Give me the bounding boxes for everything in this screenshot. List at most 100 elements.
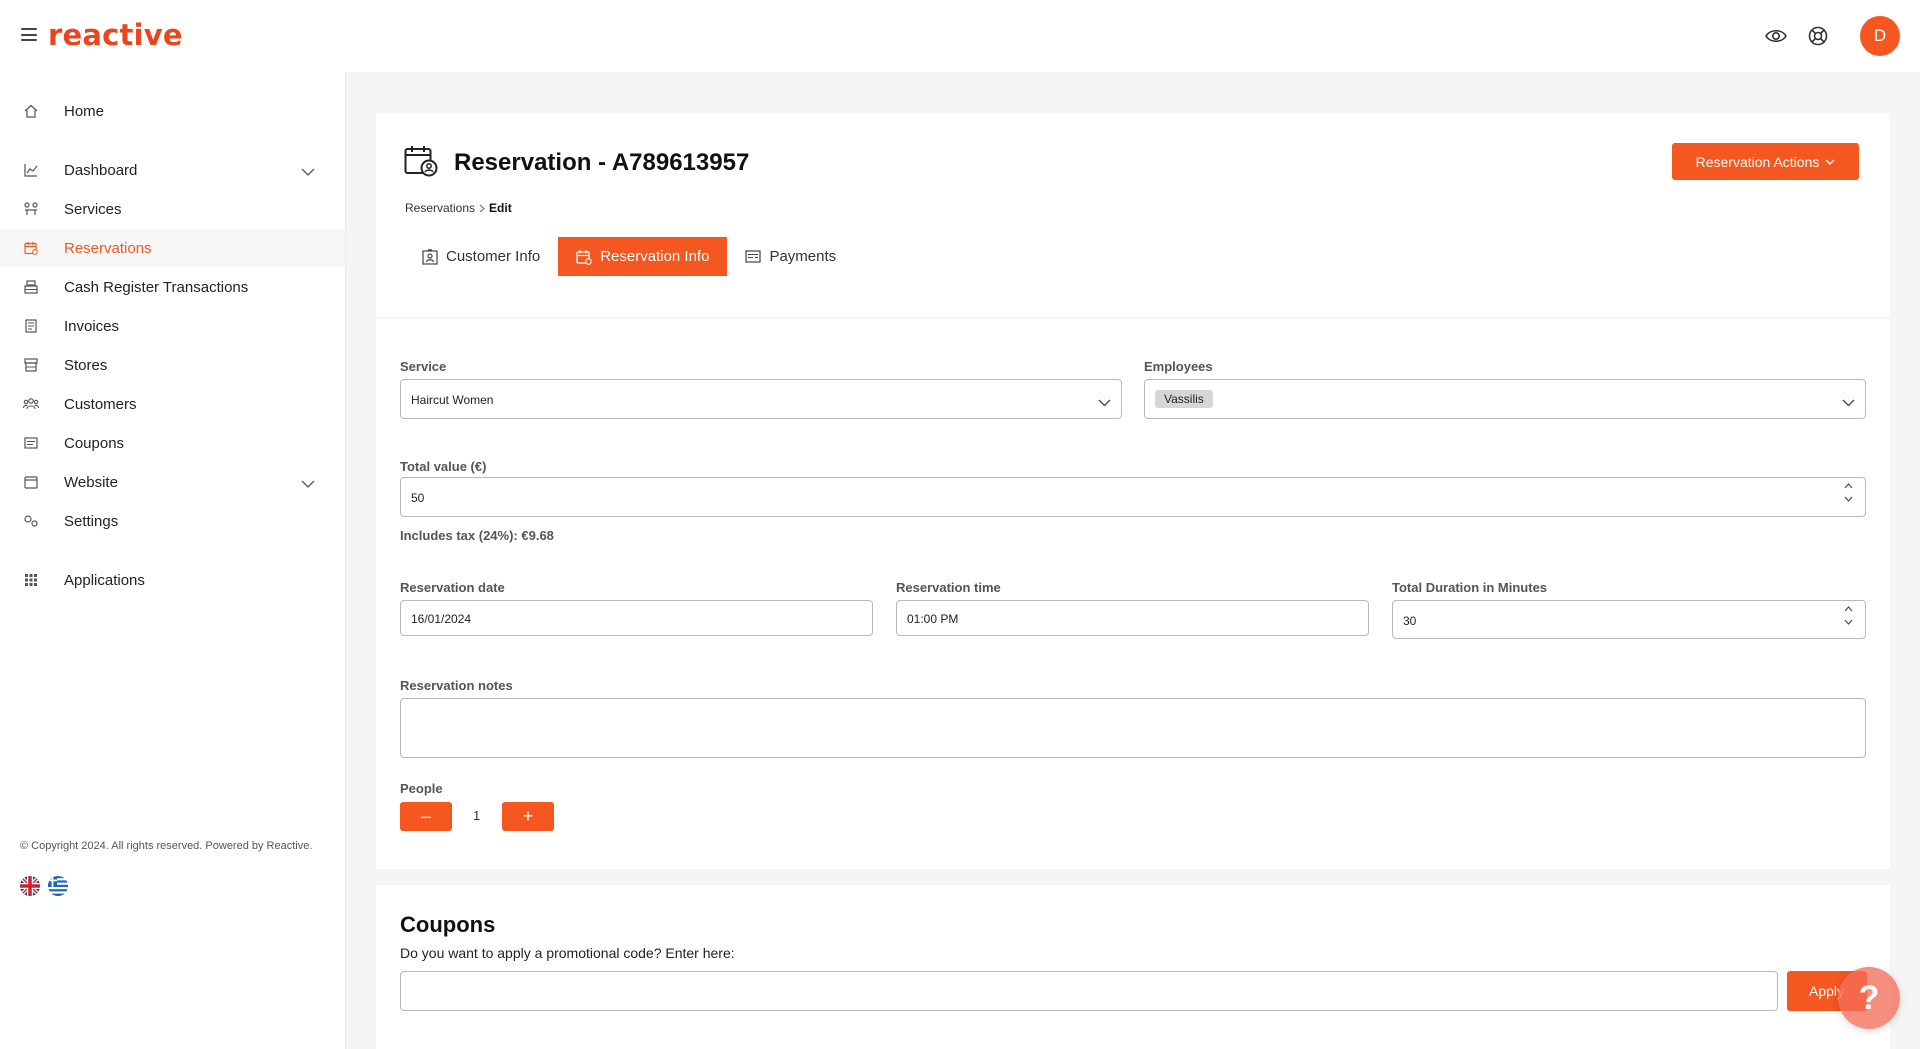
people-label: People [400,781,443,796]
total-duration-input[interactable]: 30 [1392,600,1866,639]
customers-icon [23,396,39,412]
number-spinner[interactable] [1844,606,1853,625]
sidebar-item-label: Settings [64,512,119,530]
sidebar-item-label: Website [64,473,118,491]
reservation-time-input[interactable]: 01:00 PM [896,600,1369,636]
total-value-value: 50 [411,491,425,505]
sidebar-item-dashboard[interactable]: Dashboard [0,151,345,189]
sidebar-item-label: Coupons [64,434,125,452]
coupons-subtitle: Do you want to apply a promotional code?… [400,945,735,961]
tax-note: Includes tax (24%): €9.68 [400,528,554,543]
reservation-notes-textarea[interactable] [400,698,1866,758]
calendar-icon [23,240,39,256]
header-actions: D [1762,16,1900,56]
settings-icon [23,513,39,529]
greece-flag-icon[interactable] [48,876,68,896]
people-count: 1 [473,808,481,823]
breadcrumb-reservations[interactable]: Reservations [405,201,475,215]
lifebuoy-icon[interactable] [1804,22,1832,50]
breadcrumb: Reservations Edit [405,201,512,215]
coupon-code-input[interactable] [400,971,1778,1011]
reservation-date-value: 16/01/2024 [411,612,472,626]
chevron-right-icon [479,204,485,212]
eye-icon[interactable] [1762,22,1790,50]
chevron-down-icon[interactable] [301,163,315,179]
page-title-row: Reservation - A789613957 [404,145,749,180]
id-card-icon [422,248,438,265]
service-select[interactable]: Haircut Women [400,379,1122,419]
chevron-down-icon[interactable] [1844,496,1853,502]
invoice-icon [23,318,39,334]
tab-reservation-info[interactable]: Reservation Info [558,237,728,276]
chevron-down-icon [1825,159,1835,165]
sidebar-item-applications[interactable]: Applications [0,561,345,599]
coupons-card: Coupons Do you want to apply a promotion… [376,885,1890,1049]
tab-label: Customer Info [446,248,541,265]
chevron-up-icon[interactable] [1844,483,1853,489]
reservation-actions-button[interactable]: Reservation Actions [1672,143,1859,180]
sidebar-item-label: Reservations [64,239,152,257]
coupons-title: Coupons [400,912,496,937]
sidebar-item-label: Cash Register Transactions [64,278,249,296]
sidebar-item-settings[interactable]: Settings [0,502,345,540]
reservation-actions-label: Reservation Actions [1695,153,1820,170]
service-value: Haircut Women [411,393,494,407]
sidebar-item-coupons[interactable]: Coupons [0,424,345,462]
chevron-down-icon[interactable] [301,475,315,491]
uk-flag-icon[interactable] [20,876,40,896]
home-icon [23,103,39,119]
page-header-card: Reservation - A789613957 Reservation Act… [376,113,1890,317]
sidebar-item-reservations[interactable]: Reservations [0,229,345,267]
top-bar: reactive D [0,0,1920,72]
reservation-notes-label: Reservation notes [400,678,513,693]
app-logo[interactable]: reactive [48,18,183,52]
sidebar-item-label: Customers [64,395,137,413]
sidebar-item-label: Services [64,200,122,218]
people-decrement-button[interactable]: – [400,802,452,831]
chevron-down-icon [1842,394,1855,410]
employee-chip[interactable]: Vassilis [1155,390,1213,408]
total-value-input[interactable]: 50 [400,477,1866,517]
services-icon [23,201,39,217]
sidebar-item-label: Dashboard [64,161,138,179]
employees-label: Employees [1144,359,1213,374]
sidebar-item-label: Invoices [64,317,120,335]
tab-customer-info[interactable]: Customer Info [404,237,558,276]
grid-icon [23,572,39,588]
service-label: Service [400,359,447,374]
page-title: Reservation - A789613957 [454,148,750,176]
reservation-date-label: Reservation date [400,580,505,595]
number-spinner[interactable] [1844,483,1853,502]
tab-label: Payments [769,248,837,265]
sidebar-item-label: Stores [64,356,108,374]
language-switcher [20,876,68,896]
sidebar-item-customers[interactable]: Customers [0,385,345,423]
sidebar-item-stores[interactable]: Stores [0,346,345,384]
sidebar-item-home[interactable]: Home [0,92,345,130]
chart-icon [23,162,39,178]
reservation-date-input[interactable]: 16/01/2024 [400,600,873,636]
total-value-label: Total value (€) [400,459,487,474]
payment-icon [745,250,762,263]
employees-select[interactable]: Vassilis [1144,379,1866,419]
reservation-time-value: 01:00 PM [907,612,959,626]
tabs: Customer Info Reservation Info Payments [404,237,854,276]
calendar-icon [576,249,593,265]
chevron-down-icon[interactable] [1844,619,1853,625]
sidebar-item-website[interactable]: Website [0,463,345,501]
sidebar-item-services[interactable]: Services [0,190,345,228]
total-duration-value: 30 [1403,614,1417,628]
sidebar-item-cash-register-transactions[interactable]: Cash Register Transactions [0,268,345,306]
chevron-up-icon[interactable] [1844,606,1853,612]
people-increment-button[interactable]: + [502,802,554,831]
sidebar-item-invoices[interactable]: Invoices [0,307,345,345]
breadcrumb-current: Edit [489,201,512,215]
reservation-time-label: Reservation time [896,580,1001,595]
reservation-form-card: Service Haircut Women Employees Vassilis… [376,319,1890,869]
tab-payments[interactable]: Payments [727,237,854,276]
sidebar-item-label: Applications [64,571,145,589]
avatar[interactable]: D [1860,16,1900,56]
menu-icon[interactable] [21,28,37,41]
store-icon [23,357,39,373]
help-button[interactable]: ? [1838,967,1900,1029]
